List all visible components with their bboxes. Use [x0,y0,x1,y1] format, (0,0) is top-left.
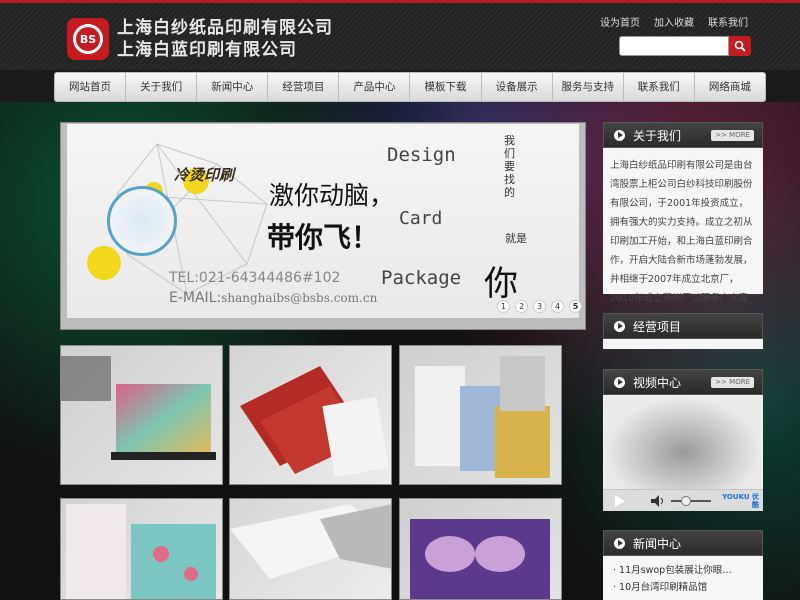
nav-contact[interactable]: 联系我们 [624,73,695,101]
about-us-title: 关于我们 [633,128,682,143]
product-thumb-floral-box[interactable] [60,498,223,600]
banner-vertical-text-2: 就是 [505,232,527,245]
banner-email: E-MAIL:shanghaibs@bsbs.com.cn [169,290,377,306]
pager-dot-4[interactable]: 4 [551,300,564,313]
company-logo[interactable]: BS [67,18,109,60]
nav-about[interactable]: 关于我们 [126,73,198,101]
search-box [619,36,751,56]
youku-logo: YOUKU 优酷 [722,493,759,509]
video-more-label: MORE [729,378,750,386]
pattern-cards-product-image [415,356,550,478]
main-navigation: 网站首页 关于我们 新闻中心 经营项目 产品中心 模板下载 设备展示 服务与支持… [54,72,766,102]
business-header[interactable]: 经营项目 [603,313,763,339]
pager-dot-1[interactable]: 1 [497,300,510,313]
about-more-button[interactable]: >> MORE [711,130,754,141]
banner-big-char: 你 [484,264,518,304]
arrow-right-icon [614,537,625,549]
nav-business[interactable]: 经营项目 [268,73,340,101]
silver-card-product-image [230,504,391,579]
product-thumb-pattern-cards[interactable] [399,345,562,485]
set-homepage-link[interactable]: 设为首页 [600,14,640,29]
pager-dot-2[interactable]: 2 [515,300,528,313]
arrow-right-icon [614,320,625,332]
slogan-line-2: 带你飞！ [267,221,380,254]
contact-us-link[interactable]: 联系我们 [708,14,748,29]
video-screen[interactable] [605,397,761,489]
news-title: 新闻中心 [633,536,682,551]
company-name-1: 上海白纱纸品印刷有限公司 [117,18,333,38]
video-panel: 视频中心 >> MORE YOUKU 优酷 [603,369,763,511]
email-value: shanghaibs@bsbs.com.cn [221,291,378,305]
butterfly-box-product-image [410,519,550,599]
volume-slider-handle[interactable] [681,496,691,506]
product-thumb-calendar[interactable] [60,345,223,485]
arrow-right-icon [614,376,625,388]
news-header: 新闻中心 [603,530,763,556]
arrow-right-icon [614,129,625,141]
nav-service[interactable]: 服务与支持 [553,73,624,101]
company-name-2: 上海白蓝印刷有限公司 [117,40,297,60]
business-body [603,339,763,349]
hot-stamp-text: 冷烫印刷 [174,166,235,184]
about-more-label: MORE [729,131,750,139]
business-title: 经营项目 [633,319,682,334]
yellow-dot-large [87,246,121,280]
business-panel: 经营项目 [603,313,763,349]
calendar-product-image [61,356,216,460]
top-links: 设为首页 加入收藏 联系我们 [600,14,748,29]
about-us-header: 关于我们 >> MORE [603,122,763,148]
banner-tel: TEL:021-64344486#102 [169,270,341,286]
product-thumb-butterfly-box[interactable] [399,498,562,600]
play-icon[interactable] [615,495,625,507]
product-thumb-red-cards[interactable] [229,345,392,485]
product-thumb-silver-card[interactable] [229,498,392,600]
news-list: · 11月swop包装展让你眼… · 10月台湾印刷精品馆 [603,556,763,600]
company-names: 上海白纱纸品印刷有限公司 上海白蓝印刷有限公司 [117,17,333,61]
promo-banner[interactable]: 冷烫印刷 激你动脑， 带你飞！ Design Card Package 我们要找… [67,124,579,318]
search-input[interactable] [619,36,729,56]
news-item-text: 10月台湾印刷精品馆 [619,582,708,593]
news-item-text: 11月swop包装展让你眼… [619,565,732,576]
pager-dot-5[interactable]: 5 [569,300,582,313]
add-favorite-link[interactable]: 加入收藏 [654,14,694,29]
site-header: BS 上海白纱纸品印刷有限公司 上海白蓝印刷有限公司 设为首页 加入收藏 联系我… [0,3,800,70]
nav-shop[interactable]: 网络商城 [695,73,765,101]
video-controls: YOUKU 优酷 [603,489,763,511]
about-us-panel: 关于我们 >> MORE 上海白纱纸品印刷有限公司是由台湾股票上柜公司白纱科技印… [603,122,763,323]
red-cards-product-image [240,366,389,478]
banner-word-package: Package [381,267,462,289]
logo-bs-icon: BS [73,24,103,54]
email-label: E-MAIL: [169,290,222,306]
banner-pager: 1 2 3 4 5 [497,300,582,313]
video-title: 视频中心 [633,375,682,390]
slogan-line-1: 激你动脑， [269,181,395,210]
lightbulb-illustration [107,186,177,256]
search-icon [734,40,746,52]
nav-equipment[interactable]: 设备展示 [482,73,553,101]
video-more-button[interactable]: >> MORE [711,377,754,388]
news-panel: 新闻中心 · 11月swop包装展让你眼… · 10月台湾印刷精品馆 [603,530,763,600]
news-item[interactable]: · 10月台湾印刷精品馆 [613,579,753,596]
banner-word-card: Card [399,208,443,229]
nav-news[interactable]: 新闻中心 [197,73,269,101]
banner-vertical-text: 我们要找的 [504,134,515,199]
volume-icon[interactable] [651,495,665,507]
nav-templates[interactable]: 模板下载 [410,73,482,101]
floral-box-product-image [66,504,216,599]
news-item[interactable]: · 11月swop包装展让你眼… [613,562,753,579]
pager-dot-3[interactable]: 3 [533,300,546,313]
video-player[interactable]: YOUKU 优酷 [603,395,763,511]
volume-slider[interactable] [671,500,711,502]
nav-home[interactable]: 网站首页 [55,73,127,101]
search-button[interactable] [729,36,751,56]
video-header: 视频中心 >> MORE [603,369,763,395]
banner-word-design: Design [387,144,456,166]
about-us-text: 上海白纱纸品印刷有限公司是由台湾股票上柜公司白纱科技印刷股份有限公司，于2001… [603,148,763,323]
nav-products[interactable]: 产品中心 [339,73,411,101]
